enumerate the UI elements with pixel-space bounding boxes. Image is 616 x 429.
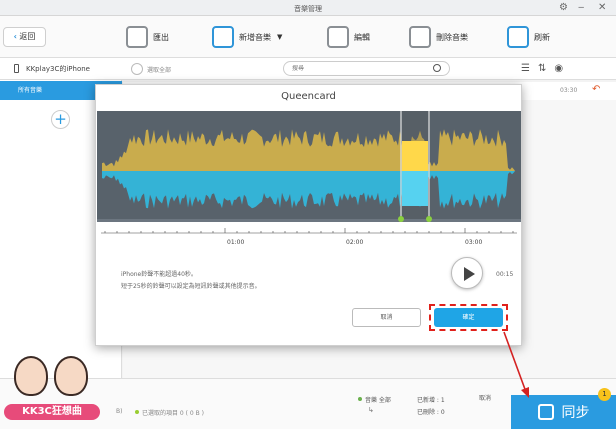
delete-music-button[interactable]: 刪除音樂 [409,24,468,50]
add-music-label: 新增音樂 [239,32,271,42]
play-icon [464,267,475,281]
settings-icon[interactable]: ⚙ [559,1,568,15]
export-button[interactable]: 匯出 [126,24,169,50]
ringtone-editor-dialog: Queencard 01:00 02:00 03:00 iPhone鈴聲不能超過… [95,84,522,346]
sync-icon [537,404,554,420]
edit-icon [327,26,349,48]
watermark-logo: KK3C狂想曲 [4,356,100,422]
select-all-label: 選取全部 [147,67,172,74]
chevron-down-icon[interactable]: ▼ [277,33,282,41]
add-playlist-button[interactable]: + [51,110,70,129]
cancel-button[interactable]: 取消 [352,308,421,327]
export-label: 匯出 [153,32,169,42]
undo-icon[interactable]: ↶ [592,84,600,95]
short-ringtone-note: 短于25秒的鈴聲可以設定為短訊鈴聲或其他提示音。 [121,283,261,290]
right-face-icon [54,356,88,396]
refresh-button[interactable]: 刷新 [507,24,550,50]
status-dot-icon [135,410,139,414]
back-arrow-icon: ‹ [13,32,17,41]
edit-label: 編輯 [354,32,370,42]
legend-dot-icon [358,397,362,401]
waveform-editor[interactable]: 01:00 02:00 03:00 [97,111,521,256]
tick-label: 02:00 [346,239,363,246]
track-duration: 03:30 [560,87,578,94]
device-bar: KKplay3C的iPhone 選取全部 ☰ ⇅ ◉ [0,58,616,80]
limit-note: iPhone鈴聲不能超過40秒。 [121,271,197,278]
list-view-icon[interactable]: ☰ [521,63,530,74]
clip-duration: 00:15 [496,271,514,278]
title-bar: 音樂管理 ⚙ ‒ ✕ [0,0,616,16]
device-name: KKplay3C的iPhone [14,64,90,74]
delete-label: 刪除音樂 [436,32,468,42]
add-music-button[interactable]: 新增音樂 ▼ [212,24,282,50]
legend-all: 音樂 全部 [358,395,391,404]
notification-badge: 1 [598,388,611,401]
deleted-count: 已刪除 : 0 [417,409,445,416]
search-box[interactable] [283,61,450,76]
back-button[interactable]: ‹ 返回 [3,27,46,47]
ringtone-icon[interactable]: ◉ [554,63,563,74]
selection-top [402,141,428,171]
bottom-cancel-button[interactable]: 取消 [479,393,491,402]
refresh-icon [507,26,529,48]
close-icon[interactable]: ✕ [598,1,606,15]
selection-bottom [402,171,428,206]
dialog-title: Queencard [281,91,336,102]
size-fragment: B) [116,408,123,415]
end-handle-icon [426,216,432,222]
sync-label: 同步 [561,405,590,421]
confirm-button[interactable]: 確定 [434,308,503,327]
view-toggles: ☰ ⇅ ◉ [521,60,563,77]
window-title: 音樂管理 [294,5,322,13]
edit-button[interactable]: 編輯 [327,24,370,50]
search-input[interactable] [292,65,422,72]
play-button[interactable] [451,257,483,289]
left-face-icon [14,356,48,396]
minimize-icon[interactable]: ‒ [578,1,584,15]
select-all-checkbox[interactable] [131,63,143,75]
tick-label: 03:00 [465,239,482,246]
delete-icon [409,26,431,48]
added-count: 已新增 : 1 [417,397,445,404]
phone-icon [14,64,19,73]
logo-text: KK3C狂想曲 [4,404,100,420]
toolbar: ‹ 返回 匯出 新增音樂 ▼ 編輯 刪除音樂 刷新 [0,16,616,58]
sidebar-item-label: 所有音樂 [18,87,43,94]
refresh-label: 刷新 [534,32,550,42]
legend-arrow-icon: ↳ [368,406,374,414]
selection-status: 已選取的項目 0 ( 0 B ) [135,408,204,417]
start-handle-icon [398,216,404,222]
back-label: 返回 [19,32,36,41]
add-music-icon [212,26,234,48]
export-icon [126,26,148,48]
search-icon[interactable] [433,64,441,72]
tick-label: 01:00 [227,239,244,246]
sort-icon[interactable]: ⇅ [538,63,546,74]
